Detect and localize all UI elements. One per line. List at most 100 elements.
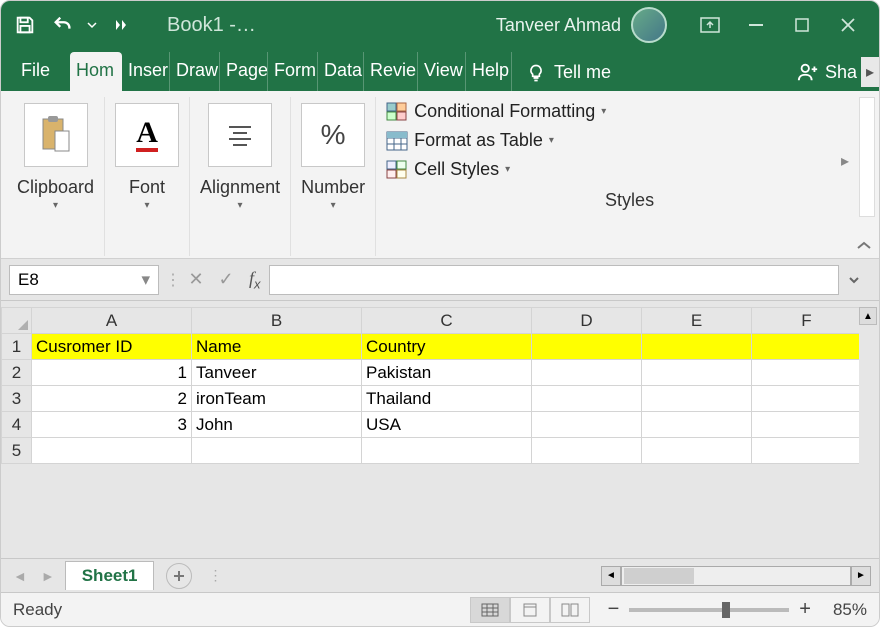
tab-file[interactable]: File [15,52,70,91]
row-header[interactable]: 5 [2,438,32,464]
cancel-formula-icon[interactable]: ✕ [181,269,211,290]
format-as-table-button[interactable]: Format as Table ▾ [386,126,873,155]
font-button[interactable]: A [115,103,179,167]
cell[interactable] [752,334,862,360]
sheet-tab[interactable]: Sheet1 [65,561,155,590]
formula-input[interactable] [269,265,839,295]
minimize-button[interactable] [733,1,779,49]
name-box[interactable]: E8 ▾ [9,265,159,295]
vertical-scrollbar[interactable]: ▲ [859,307,877,556]
ribbon-scroll-right-icon[interactable]: ▸ [841,151,849,171]
share-button[interactable]: Sha [783,61,861,91]
tab-help[interactable]: Help [466,52,512,91]
avatar[interactable] [631,7,667,43]
number-dropdown-icon[interactable]: ▾ [331,200,336,211]
tab-page[interactable]: Page [220,52,268,91]
cell[interactable] [362,438,532,464]
number-button[interactable]: % [301,103,365,167]
cell[interactable]: Cusromer ID [32,334,192,360]
cell[interactable]: ironTeam [192,386,362,412]
col-header[interactable]: D [532,308,642,334]
qat-more-icon[interactable] [105,9,137,41]
clipboard-dropdown-icon[interactable]: ▾ [53,200,58,211]
cell[interactable] [642,334,752,360]
select-all-corner[interactable] [2,308,32,334]
normal-view-button[interactable] [470,597,510,623]
col-header[interactable]: A [32,308,192,334]
scroll-right-icon[interactable]: ► [851,566,871,586]
formula-grip-icon[interactable]: ⋮ [165,270,175,290]
sheet-nav-prev-icon[interactable]: ◄ [9,568,31,584]
cell[interactable]: Pakistan [362,360,532,386]
col-header[interactable]: B [192,308,362,334]
cell[interactable] [532,334,642,360]
cell[interactable]: USA [362,412,532,438]
undo-icon[interactable] [47,9,79,41]
ribbon-display-icon[interactable] [687,1,733,49]
page-layout-view-button[interactable] [510,597,550,623]
tab-view[interactable]: View [418,52,466,91]
cell[interactable] [642,412,752,438]
hscroll-track[interactable] [621,566,851,586]
cell[interactable] [752,438,862,464]
tabs-scroll-right-icon[interactable]: ▸ [861,57,879,87]
cell[interactable]: 3 [32,412,192,438]
ribbon-gallery-scrollbar[interactable] [859,97,875,217]
col-header[interactable]: C [362,308,532,334]
col-header[interactable]: E [642,308,752,334]
tab-home[interactable]: Hom [70,52,122,91]
cell[interactable] [532,438,642,464]
cell[interactable]: 2 [32,386,192,412]
paste-button[interactable] [24,103,88,167]
tab-insert[interactable]: Inser [122,52,170,91]
close-button[interactable] [825,1,871,49]
cell[interactable] [752,412,862,438]
expand-formula-bar-icon[interactable] [847,273,871,287]
maximize-button[interactable] [779,1,825,49]
cell[interactable]: Thailand [362,386,532,412]
row-header[interactable]: 3 [2,386,32,412]
zoom-percent[interactable]: 85% [833,600,867,620]
alignment-dropdown-icon[interactable]: ▾ [238,200,243,211]
row-header[interactable]: 1 [2,334,32,360]
tab-formulas[interactable]: Form [268,52,318,91]
cell[interactable] [642,438,752,464]
save-icon[interactable] [9,9,41,41]
col-header[interactable]: F [752,308,862,334]
scroll-left-icon[interactable]: ◄ [601,566,621,586]
tab-data[interactable]: Data [318,52,364,91]
cell[interactable]: 1 [32,360,192,386]
cell[interactable] [192,438,362,464]
zoom-in-button[interactable]: + [799,598,811,621]
cell[interactable]: Tanveer [192,360,362,386]
tab-review[interactable]: Revie [364,52,418,91]
cell[interactable] [532,412,642,438]
horizontal-scrollbar[interactable]: ◄ ► [601,566,871,586]
insert-function-icon[interactable]: fx [241,268,269,292]
cell-styles-button[interactable]: Cell Styles ▾ [386,155,873,184]
spreadsheet-grid[interactable]: A B C D E F 1 Cusromer ID Name Country [1,307,862,464]
cell[interactable] [32,438,192,464]
row-header[interactable]: 2 [2,360,32,386]
zoom-slider[interactable] [629,608,789,612]
hscroll-thumb[interactable] [624,568,694,584]
cell[interactable] [532,386,642,412]
cell[interactable] [642,360,752,386]
conditional-formatting-button[interactable]: Conditional Formatting ▾ [386,97,873,126]
cell[interactable]: Country [362,334,532,360]
name-box-dropdown-icon[interactable]: ▾ [141,270,150,290]
sheet-grip-icon[interactable]: ⋮ [208,567,223,584]
zoom-out-button[interactable]: − [608,598,620,621]
collapse-ribbon-icon[interactable] [855,240,873,252]
accept-formula-icon[interactable]: ✓ [211,269,241,290]
sheet-nav-next-icon[interactable]: ► [37,568,59,584]
tab-draw[interactable]: Draw [170,52,220,91]
cell[interactable] [752,360,862,386]
cell[interactable]: John [192,412,362,438]
font-dropdown-icon[interactable]: ▾ [145,200,150,211]
scroll-up-icon[interactable]: ▲ [859,307,877,325]
cell[interactable]: Name [192,334,362,360]
zoom-thumb[interactable] [722,602,730,618]
undo-dropdown-icon[interactable] [85,9,99,41]
add-sheet-button[interactable] [166,563,192,589]
